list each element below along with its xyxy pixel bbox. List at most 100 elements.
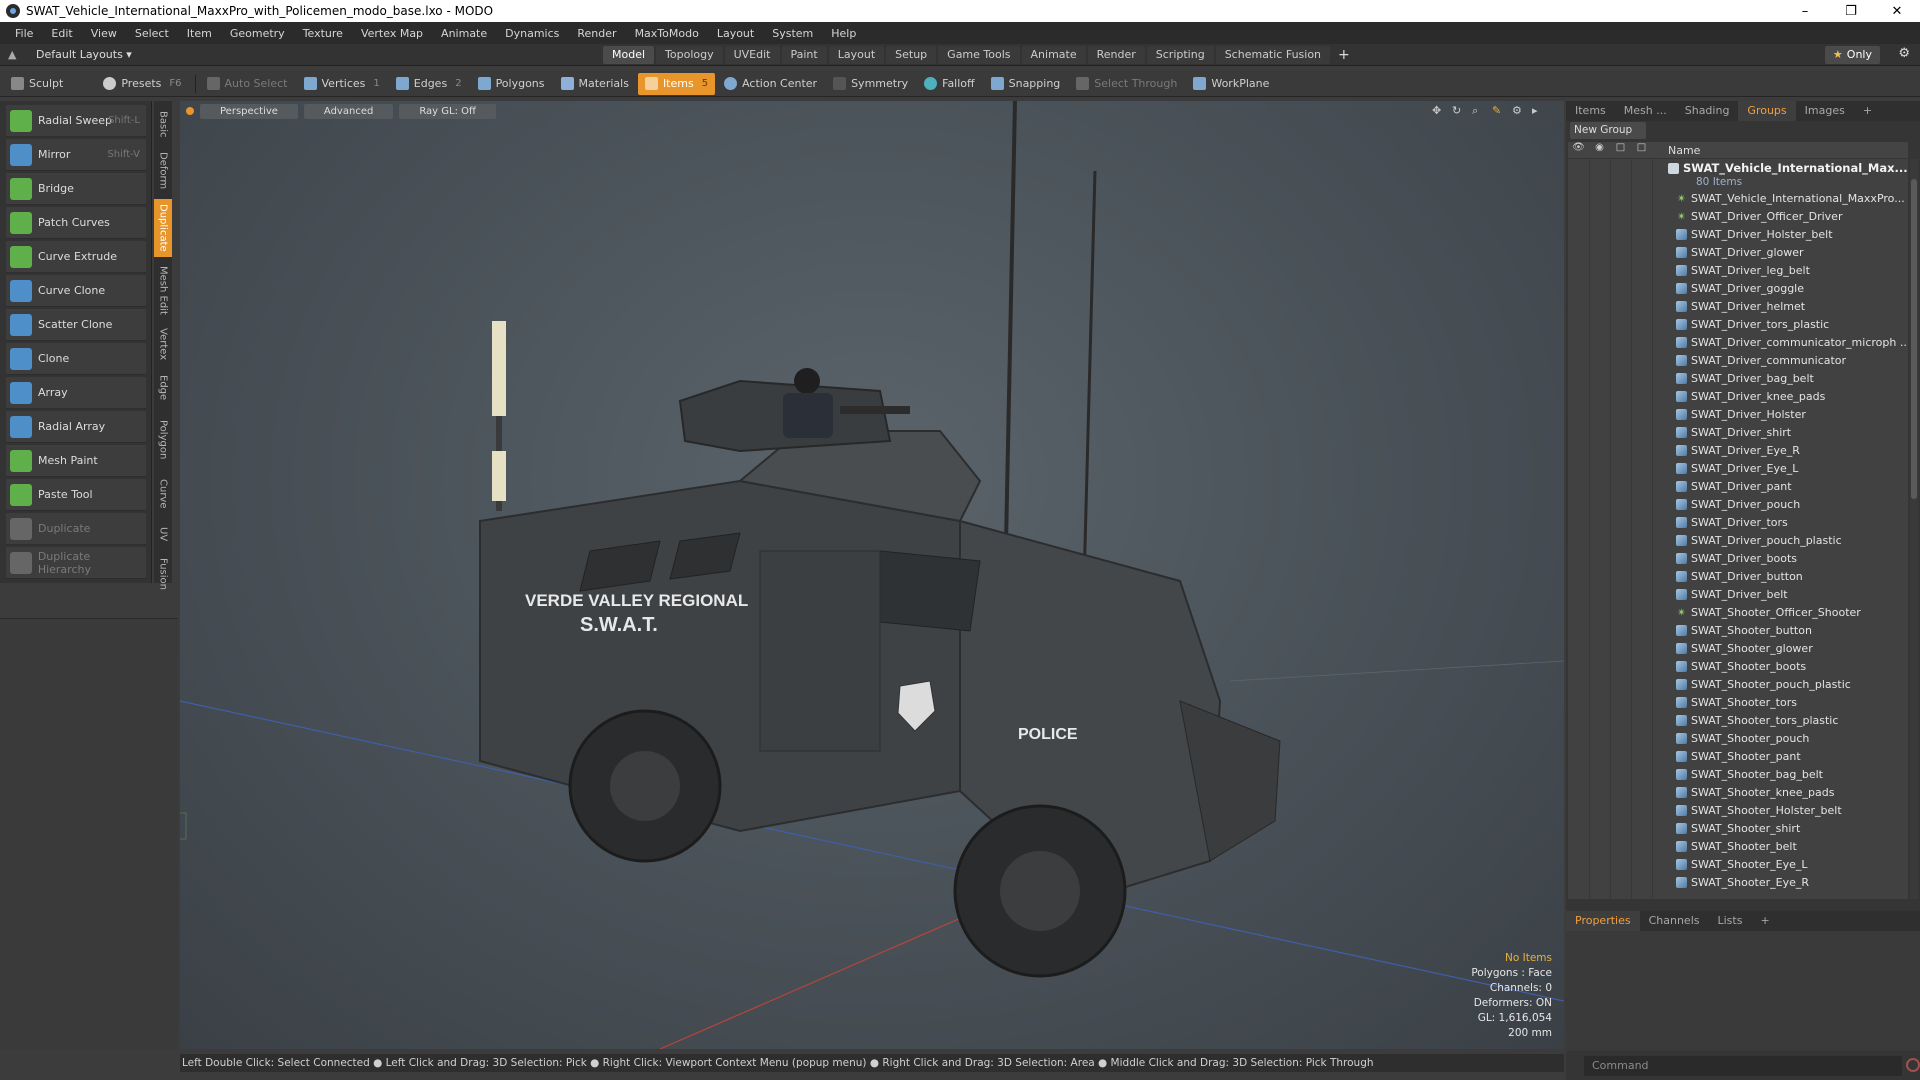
tree-item[interactable]: SWAT_Driver_shirt <box>1676 423 1791 441</box>
tool-duplicate[interactable]: Duplicate <box>6 513 146 545</box>
tree-item[interactable]: SWAT_Driver_boots <box>1676 549 1797 567</box>
materials-button[interactable]: Materials <box>554 73 636 95</box>
tree-item[interactable]: SWAT_Shooter_pouch_plastic <box>1676 675 1851 693</box>
tree-item[interactable]: SWAT_Driver_button <box>1676 567 1803 585</box>
render-icon[interactable]: ◉ <box>1589 142 1610 158</box>
command-input[interactable]: Command <box>1584 1056 1902 1076</box>
move-view-icon[interactable]: ✥ <box>1432 104 1446 118</box>
tree-item[interactable]: SWAT_Shooter_pant <box>1676 747 1801 765</box>
menu-maxtomodo[interactable]: MaxToModo <box>626 27 708 40</box>
panel-tab-shading[interactable]: Shading <box>1676 101 1739 121</box>
polygons-button[interactable]: Polygons <box>471 73 552 95</box>
menu-geometry[interactable]: Geometry <box>221 27 294 40</box>
props-tab-channels[interactable]: Channels <box>1640 911 1709 931</box>
tree-item[interactable]: SWAT_Driver_glower <box>1676 243 1804 261</box>
vtab-deform[interactable]: Deform <box>154 147 172 195</box>
tree-item[interactable]: SWAT_Shooter_Holster_belt <box>1676 801 1842 819</box>
items-button[interactable]: Items 5 <box>637 72 716 95</box>
tree-item[interactable]: SWAT_Driver_Eye_R <box>1676 441 1800 459</box>
props-tab-add[interactable]: + <box>1751 911 1778 931</box>
panel-tab-groups[interactable]: Groups <box>1738 101 1796 121</box>
tree-scrollbar[interactable] <box>1910 159 1918 899</box>
tree-item[interactable]: ✴ SWAT_Driver_Officer_Driver <box>1676 207 1843 225</box>
tree-item[interactable]: SWAT_Driver_tors <box>1676 513 1788 531</box>
tree-item[interactable]: SWAT_Shooter_tors_plastic <box>1676 711 1838 729</box>
visibility-eye-icon[interactable]: 👁 <box>1568 142 1589 158</box>
menu-texture[interactable]: Texture <box>294 27 352 40</box>
select-through-button[interactable]: Select Through <box>1069 73 1184 95</box>
add-layout-tab-button[interactable]: + <box>1338 46 1350 64</box>
menu-view[interactable]: View <box>82 27 126 40</box>
tree-item[interactable]: SWAT_Shooter_glower <box>1676 639 1813 657</box>
close-button[interactable]: ✕ <box>1874 0 1920 22</box>
select-icon[interactable]: □ <box>1631 142 1652 158</box>
tree-item[interactable]: SWAT_Shooter_Eye_R <box>1676 873 1809 891</box>
tree-item[interactable]: SWAT_Driver_communicator <box>1676 351 1846 369</box>
3d-viewport[interactable]: VERDE VALLEY REGIONAL S.W.A.T. POLICE Pe… <box>180 101 1564 1049</box>
menu-layout[interactable]: Layout <box>708 27 763 40</box>
layout-tab-layout[interactable]: Layout <box>828 46 885 64</box>
panel-tab-add[interactable]: + <box>1854 101 1881 121</box>
tree-item[interactable]: SWAT_Driver_Holster_belt <box>1676 225 1833 243</box>
tool-paste-tool[interactable]: Paste Tool <box>6 479 146 511</box>
layout-tab-game-tools[interactable]: Game Tools <box>938 46 1020 64</box>
tree-item[interactable]: SWAT_Driver_helmet <box>1676 297 1805 315</box>
vtab-basic[interactable]: Basic <box>154 105 172 143</box>
action-center-button[interactable]: Action Center <box>717 73 824 95</box>
sculpt-button[interactable]: Sculpt <box>4 73 70 95</box>
command-history-icon[interactable] <box>1906 1058 1920 1072</box>
tool-clone[interactable]: Clone <box>6 343 146 375</box>
tree-item[interactable]: SWAT_Shooter_Eye_L <box>1676 855 1808 873</box>
panel-tab-mesh-[interactable]: Mesh ... <box>1615 101 1676 121</box>
tree-item[interactable]: SWAT_Shooter_button <box>1676 621 1812 639</box>
tool-scatter-clone[interactable]: Scatter Clone <box>6 309 146 341</box>
tool-duplicate-hierarchy[interactable]: Duplicate Hierarchy <box>6 547 146 579</box>
layout-tab-setup[interactable]: Setup <box>886 46 937 64</box>
tree-item[interactable]: SWAT_Driver_knee_pads <box>1676 387 1825 405</box>
tree-item[interactable]: SWAT_Shooter_tors <box>1676 693 1797 711</box>
tree-item[interactable]: SWAT_Driver_Eye_L <box>1676 459 1798 477</box>
layout-tab-model[interactable]: Model <box>603 46 655 64</box>
tree-item[interactable]: SWAT_Driver_bag_belt <box>1676 369 1814 387</box>
tree-item[interactable]: SWAT_Shooter_shirt <box>1676 819 1800 837</box>
viewport-indicator-icon[interactable] <box>186 107 194 115</box>
presets-button[interactable]: Presets F6 <box>96 73 188 95</box>
menu-edit[interactable]: Edit <box>42 27 81 40</box>
vtab-mesh-edit[interactable]: Mesh Edit <box>154 261 172 319</box>
fit-view-icon[interactable]: ✎ <box>1492 104 1506 118</box>
maximize-button[interactable]: ❐ <box>1828 0 1874 22</box>
minimize-button[interactable]: – <box>1782 0 1828 22</box>
tool-bridge[interactable]: Bridge <box>6 173 146 205</box>
falloff-button[interactable]: Falloff <box>917 73 981 95</box>
vertices-button[interactable]: Vertices 1 <box>297 73 387 95</box>
tool-curve-clone[interactable]: Curve Clone <box>6 275 146 307</box>
only-toggle[interactable]: ★ Only <box>1824 46 1880 64</box>
tree-item[interactable]: SWAT_Driver_goggle <box>1676 279 1804 297</box>
tool-patch-curves[interactable]: Patch Curves <box>6 207 146 239</box>
menu-item[interactable]: Item <box>178 27 221 40</box>
tree-item[interactable]: SWAT_Shooter_belt <box>1676 837 1797 855</box>
menu-system[interactable]: System <box>763 27 822 40</box>
raygl-button[interactable]: Ray GL: Off <box>399 103 496 119</box>
tool-mirror[interactable]: Mirror Shift-V <box>6 139 146 171</box>
tree-item[interactable]: SWAT_Shooter_knee_pads <box>1676 783 1834 801</box>
tree-item[interactable]: SWAT_Driver_pouch <box>1676 495 1800 513</box>
vtab-fusion[interactable]: Fusion <box>154 553 172 595</box>
tree-item[interactable]: SWAT_Driver_communicator_microph ... <box>1676 333 1908 351</box>
workplane-button[interactable]: WorkPlane <box>1186 73 1276 95</box>
menu-dynamics[interactable]: Dynamics <box>496 27 568 40</box>
layout-tab-uvedit[interactable]: UVEdit <box>724 46 780 64</box>
scroll-thumb[interactable] <box>1911 179 1917 499</box>
panel-tab-items[interactable]: Items <box>1566 101 1615 121</box>
tree-item[interactable]: SWAT_Driver_pouch_plastic <box>1676 531 1842 549</box>
tool-mesh-paint[interactable]: Mesh Paint <box>6 445 146 477</box>
layout-arrow-icon[interactable]: ▲ <box>8 48 22 62</box>
tool-array[interactable]: Array <box>6 377 146 409</box>
tree-item[interactable]: SWAT_Driver_belt <box>1676 585 1788 603</box>
vtab-uv[interactable]: UV <box>154 519 172 549</box>
lock-icon[interactable]: □ <box>1610 142 1631 158</box>
vtab-edge[interactable]: Edge <box>154 369 172 407</box>
panel-tab-images[interactable]: Images <box>1796 101 1854 121</box>
zoom-view-icon[interactable]: ⌕ <box>1472 104 1486 118</box>
default-layouts-dropdown[interactable]: Default Layouts ▾ <box>36 48 132 61</box>
